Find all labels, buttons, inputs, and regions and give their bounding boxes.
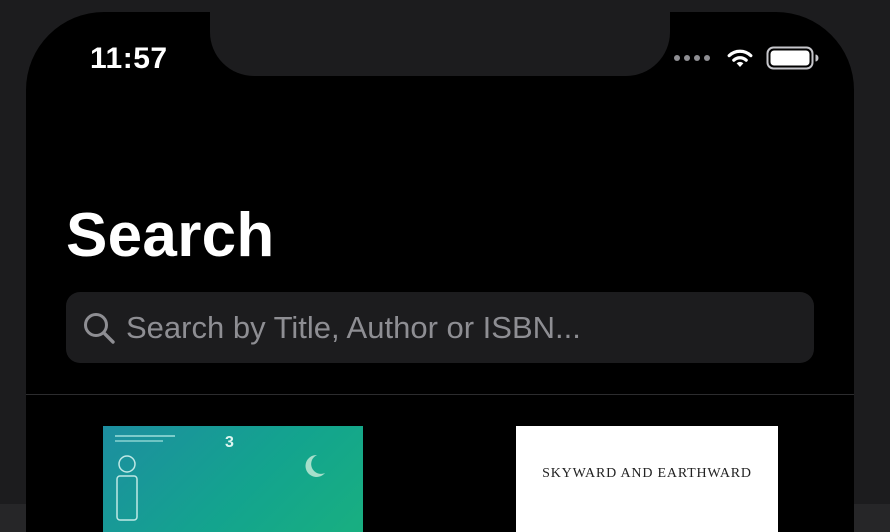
cover-number: 3 (225, 434, 234, 451)
search-icon (82, 311, 116, 345)
signal-dots-icon (674, 55, 710, 61)
device-notch (210, 12, 670, 76)
cover-illustration (116, 455, 138, 521)
device-frame: 11:57 Search Search by Title, Author or … (0, 0, 890, 532)
app-screen: 11:57 Search Search by Title, Author or … (26, 12, 854, 532)
book-cover-1[interactable]: 3 (103, 426, 363, 532)
divider (26, 394, 854, 395)
cover-decoration (115, 435, 175, 442)
book-cover-2[interactable]: SKYWARD AND EARTHWARD (516, 426, 778, 532)
moon-icon (305, 454, 325, 477)
wifi-icon (727, 49, 753, 67)
battery-icon (766, 46, 819, 70)
cover-title: SKYWARD AND EARTHWARD (542, 466, 752, 481)
page-title: Search (66, 201, 275, 270)
search-input[interactable] (126, 309, 766, 346)
search-bar[interactable] (66, 292, 814, 363)
status-indicators (674, 46, 820, 70)
status-time: 11:57 (90, 42, 168, 75)
